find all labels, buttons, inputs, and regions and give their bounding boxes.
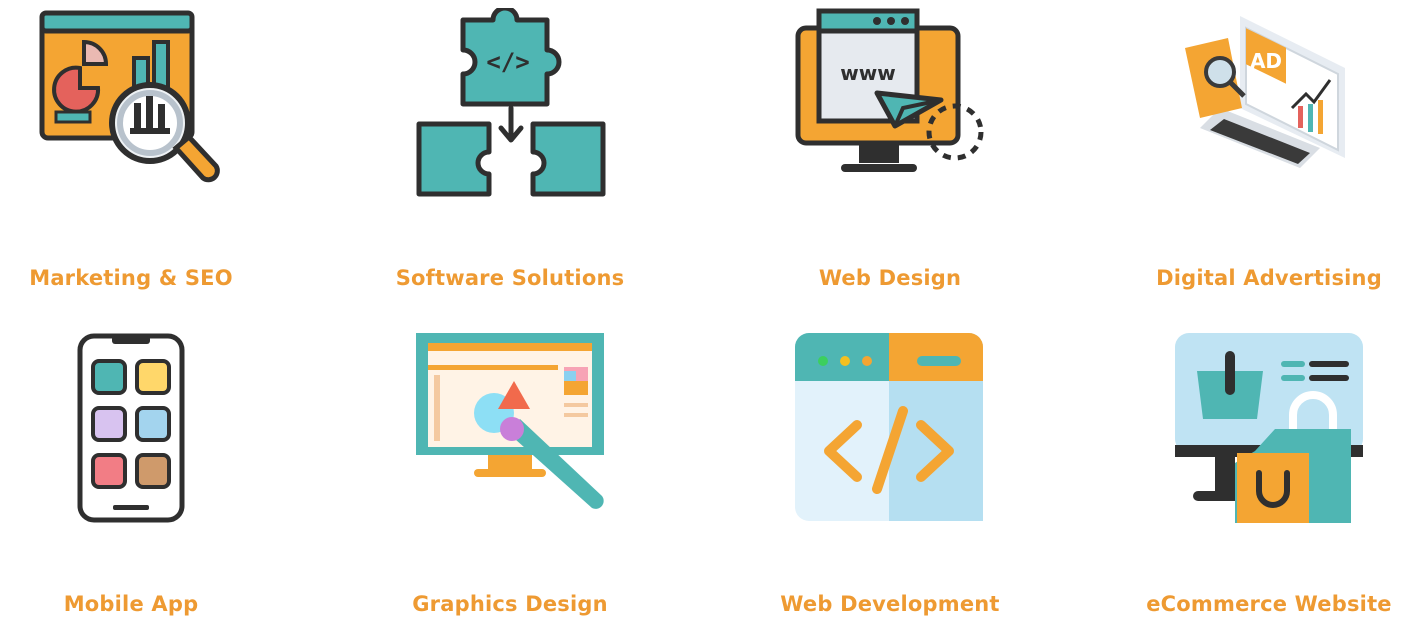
www-text: www: [840, 61, 895, 85]
ecommerce-website-icon: [1175, 333, 1365, 523]
service-label-marketing-seo[interactable]: Marketing & SEO: [0, 266, 291, 290]
web-design-icon: www: [795, 8, 990, 183]
mobile-app-icon: [77, 333, 187, 523]
digital-advertising-icon: AD: [1180, 8, 1360, 198]
service-label-software-solutions[interactable]: Software Solutions: [350, 266, 670, 290]
service-label-digital-advertising[interactable]: Digital Advertising: [1109, 266, 1416, 290]
service-label-web-development[interactable]: Web Development: [730, 592, 1050, 616]
service-label-ecommerce-website[interactable]: eCommerce Website: [1109, 592, 1416, 616]
graphics-design-icon: [416, 333, 611, 523]
service-label-graphics-design[interactable]: Graphics Design: [350, 592, 670, 616]
web-development-icon: [795, 333, 985, 523]
marketing-seo-icon: [38, 8, 228, 198]
ad-badge-text: AD: [1250, 49, 1282, 73]
service-label-web-design[interactable]: Web Design: [730, 266, 1050, 290]
svg-text:</>: </>: [486, 48, 529, 76]
service-label-mobile-app[interactable]: Mobile App: [0, 592, 291, 616]
software-solutions-icon: </>: [415, 8, 610, 198]
